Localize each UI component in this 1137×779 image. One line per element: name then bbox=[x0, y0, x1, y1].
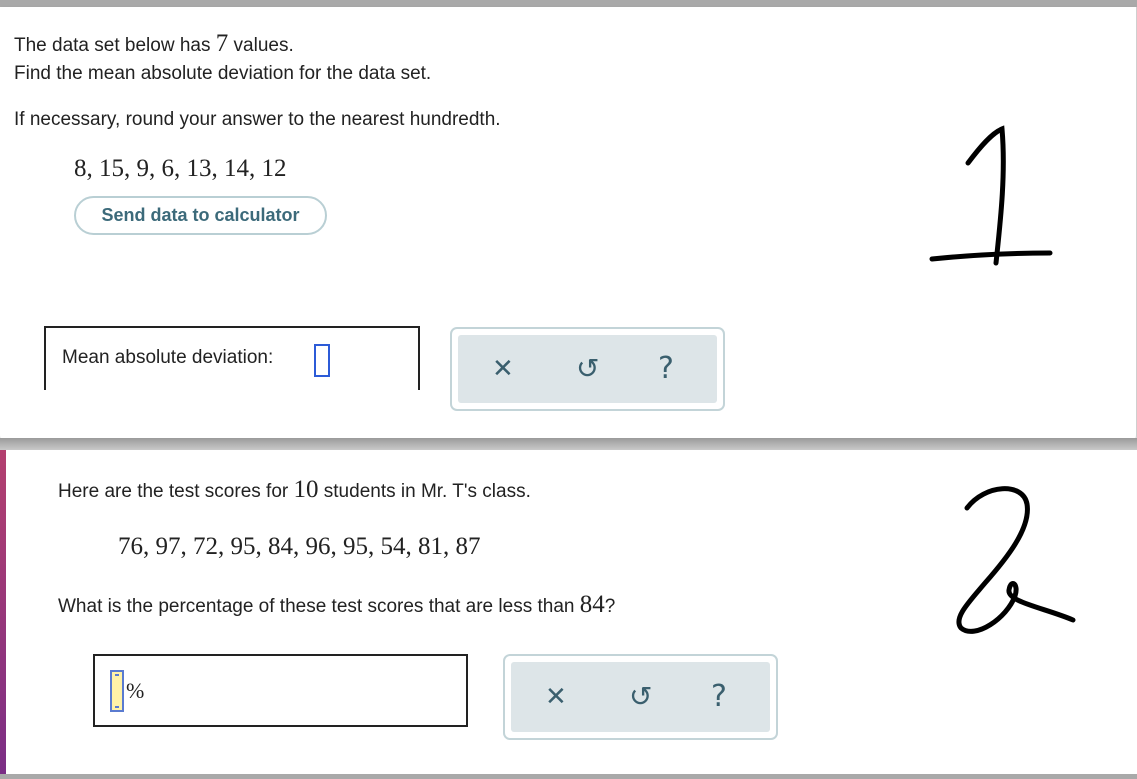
send-data-to-calculator-button[interactable]: Send data to calculator bbox=[74, 196, 327, 235]
toolbar-background: ✕ ↺ ? bbox=[458, 335, 717, 403]
data-set-values: 8, 15, 9, 6, 13, 14, 12 bbox=[74, 155, 287, 182]
threshold-score: 84 bbox=[579, 591, 605, 618]
intro-text-suffix: students in Mr. T's class. bbox=[318, 481, 531, 502]
handwritten-number-2 bbox=[956, 486, 1076, 634]
bottom-window-border bbox=[0, 774, 1137, 779]
problem-1-intro: The data set below has 7 values. bbox=[14, 30, 294, 58]
problem-1-instruction: Find the mean absolute deviation for the… bbox=[14, 63, 432, 84]
problem-2-question: What is the percentage of these test sco… bbox=[58, 591, 615, 619]
answer-toolbar-2: ✕ ↺ ? bbox=[503, 654, 778, 740]
value-count: 7 bbox=[215, 30, 229, 57]
top-window-border bbox=[0, 0, 1137, 7]
help-icon[interactable]: ? bbox=[711, 682, 727, 712]
answer-area-1: Mean absolute deviation: bbox=[44, 326, 420, 390]
handwritten-number-1 bbox=[929, 125, 1053, 266]
intro-text-suffix: values. bbox=[228, 35, 294, 56]
test-scores-values: 76, 97, 72, 95, 84, 96, 95, 54, 81, 87 bbox=[118, 533, 481, 560]
problem-2-intro: Here are the test scores for 10 students… bbox=[58, 476, 531, 504]
clear-icon[interactable]: ✕ bbox=[545, 684, 567, 710]
undo-icon[interactable]: ↺ bbox=[629, 683, 652, 711]
mad-answer-label: Mean absolute deviation: bbox=[62, 347, 274, 368]
intro-text-prefix: The data set below has bbox=[14, 35, 216, 56]
clear-icon[interactable]: ✕ bbox=[492, 356, 514, 382]
answer-toolbar-1: ✕ ↺ ? bbox=[450, 327, 725, 411]
toolbar-background: ✕ ↺ ? bbox=[511, 662, 770, 732]
undo-icon[interactable]: ↺ bbox=[576, 355, 599, 383]
question-text-prefix: What is the percentage of these test sco… bbox=[58, 596, 580, 617]
panel-divider bbox=[0, 438, 1137, 450]
help-icon[interactable]: ? bbox=[658, 354, 674, 384]
intro-text-prefix: Here are the test scores for bbox=[58, 481, 294, 502]
answer-area-2: % bbox=[93, 654, 468, 727]
rounding-instruction: If necessary, round your answer to the n… bbox=[14, 109, 501, 130]
question-text-suffix: ? bbox=[604, 596, 616, 617]
student-count: 10 bbox=[293, 476, 319, 503]
percent-symbol: % bbox=[126, 678, 145, 703]
mad-answer-input[interactable] bbox=[314, 344, 330, 377]
percentage-answer-input[interactable] bbox=[110, 670, 124, 712]
